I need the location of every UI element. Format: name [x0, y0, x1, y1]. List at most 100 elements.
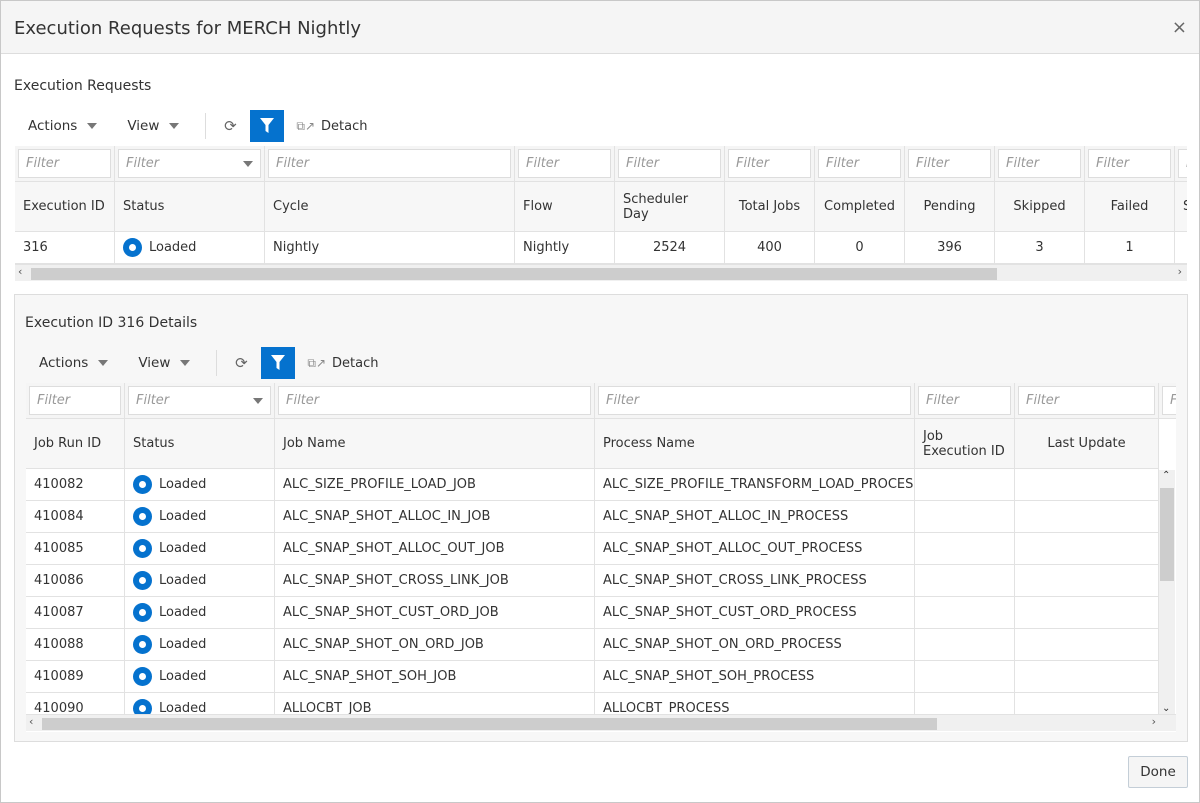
scroll-up-icon[interactable]: ⌃	[1162, 470, 1170, 481]
requests-cell-flow: Nightly	[515, 232, 615, 264]
horizontal-scrollbar[interactable]: ‹ ›	[15, 264, 1187, 281]
scrollbar-thumb[interactable]	[31, 268, 997, 280]
scroll-right-icon[interactable]: ›	[1152, 715, 1156, 728]
details-filter-input[interactable]: Filter	[918, 386, 1011, 415]
column-header[interactable]: Skipped	[995, 182, 1085, 232]
details-filter-cell: Filter	[915, 383, 1015, 419]
column-header[interactable]: Process Name	[595, 419, 915, 469]
requests-cell-text: 316	[23, 240, 48, 255]
details-cell-job-execution-id	[915, 629, 1015, 661]
details-actions-label: Actions	[39, 355, 89, 371]
requests-filter-input[interactable]: Filter	[1178, 149, 1187, 178]
requests-filter-cell: Filter	[615, 146, 725, 182]
scroll-down-icon[interactable]: ⌄	[1162, 703, 1170, 714]
column-header[interactable]: Scheduler Day	[615, 182, 725, 232]
column-header[interactable]: Status	[125, 419, 275, 469]
requests-filter-input[interactable]: Filter	[18, 149, 111, 178]
details-table-row[interactable]: 410089 Loaded ALC_SNAP_SHOT_SOH_JOB ALC_SNA…	[26, 661, 1159, 693]
details-filter-input[interactable]: Filter	[1162, 386, 1176, 415]
column-header[interactable]: Completed	[815, 182, 905, 232]
requests-filter-cell: Filter	[995, 146, 1085, 182]
chevron-down-icon	[87, 123, 98, 129]
details-filter-input[interactable]: Filter	[598, 386, 911, 415]
scrollbar-thumb[interactable]	[42, 718, 937, 730]
vertical-scrollbar[interactable]: ⌃ ⌄	[1159, 470, 1175, 714]
refresh-icon[interactable]: ⟳	[218, 117, 242, 135]
details-detach-button[interactable]: ⧉↗ Detach	[307, 356, 378, 371]
details-cell-status: Loaded	[125, 597, 275, 629]
column-header[interactable]: Job Execution ID	[915, 419, 1015, 469]
status-loaded-icon	[133, 475, 152, 494]
details-cell-last-update	[1015, 565, 1159, 597]
requests-cell-completed: 0	[815, 232, 905, 264]
requests-detach-button[interactable]: ⧉↗ Detach	[296, 119, 367, 134]
requests-filter-input[interactable]: Filter	[1088, 149, 1171, 178]
requests-filter-input[interactable]: Filter	[118, 149, 261, 178]
requests-filter-input[interactable]: Filter	[908, 149, 991, 178]
details-cell-job-execution-id	[915, 565, 1015, 597]
details-table-row[interactable]: 410082 Loaded ALC_SIZE_PROFILE_LOAD_JOB ALC…	[26, 469, 1159, 501]
chevron-down-icon[interactable]	[243, 160, 253, 167]
requests-filter-input[interactable]: Filter	[618, 149, 721, 178]
column-header[interactable]: S H	[1175, 182, 1187, 232]
details-filter-input[interactable]: Filter	[29, 386, 121, 415]
column-header[interactable]: Last Update	[1015, 419, 1159, 469]
chevron-down-icon[interactable]	[253, 397, 263, 404]
requests-detach-label: Detach	[321, 118, 368, 134]
details-table-row[interactable]: 410088 Loaded ALC_SNAP_SHOT_ON_ORD_JOB ALC_…	[26, 629, 1159, 661]
scroll-right-icon[interactable]: ›	[1178, 265, 1182, 278]
detach-icon: ⧉↗	[307, 355, 326, 370]
column-header[interactable]: Total Jobs	[725, 182, 815, 232]
filter-icon[interactable]	[250, 110, 285, 142]
refresh-icon[interactable]: ⟳	[229, 354, 253, 372]
requests-filter-input[interactable]: Filter	[268, 149, 511, 178]
close-icon[interactable]: ×	[1172, 17, 1187, 38]
details-table-row[interactable]: 410084 Loaded ALC_SNAP_SHOT_ALLOC_IN_JOB AL…	[26, 501, 1159, 533]
details-cell-text: ALC_SNAP_SHOT_ALLOC_OUT_PROCESS	[603, 541, 863, 556]
details-filter-input[interactable]: Filter	[1018, 386, 1155, 415]
details-cell-job-execution-id	[915, 533, 1015, 565]
scroll-left-icon[interactable]: ‹	[18, 265, 22, 278]
requests-filter-input[interactable]: Filter	[728, 149, 811, 178]
status-loaded-icon	[123, 238, 142, 257]
filter-icon[interactable]	[261, 347, 296, 379]
requests-filter-input[interactable]: Filter	[998, 149, 1081, 178]
details-cell-process-name: ALC_SIZE_PROFILE_TRANSFORM_LOAD_PROCESS	[595, 469, 915, 501]
column-header[interactable]: Status	[115, 182, 265, 232]
details-filter-input[interactable]: Filter	[128, 386, 271, 415]
details-filter-placeholder: Filter	[1170, 393, 1176, 408]
requests-filter-placeholder: Filter	[26, 156, 60, 171]
details-cell-status: Loaded	[125, 629, 275, 661]
requests-filter-input[interactable]: Filter	[518, 149, 611, 178]
details-view-menu[interactable]: View	[138, 355, 191, 371]
column-header[interactable]: Flow	[515, 182, 615, 232]
scroll-left-icon[interactable]: ‹	[29, 715, 33, 728]
column-header[interactable]: Pending	[905, 182, 995, 232]
details-table-row[interactable]: 410086 Loaded ALC_SNAP_SHOT_CROSS_LINK_JOB…	[26, 565, 1159, 597]
details-table-row[interactable]: 410085 Loaded ALC_SNAP_SHOT_ALLOC_OUT_JOB A…	[26, 533, 1159, 565]
column-header[interactable]: Job Run ID	[26, 419, 125, 469]
requests-view-menu[interactable]: View	[127, 118, 180, 134]
details-filter-input[interactable]: Filter	[278, 386, 591, 415]
requests-filter-placeholder: Filter	[626, 156, 660, 171]
requests-filter-input[interactable]: Filter	[818, 149, 901, 178]
details-cell-job-name: ALC_SNAP_SHOT_CROSS_LINK_JOB	[275, 565, 595, 597]
details-table-row[interactable]: 410087 Loaded ALC_SNAP_SHOT_CUST_ORD_JOB AL…	[26, 597, 1159, 629]
details-cell-status: Loaded	[125, 533, 275, 565]
requests-actions-menu[interactable]: Actions	[28, 118, 98, 134]
details-actions-menu[interactable]: Actions	[39, 355, 109, 371]
requests-cell-text: 400	[757, 240, 782, 255]
column-header[interactable]: Cycle	[265, 182, 515, 232]
details-cell-job-name: ALC_SNAP_SHOT_CUST_ORD_JOB	[275, 597, 595, 629]
details-cell-text: ALC_SIZE_PROFILE_TRANSFORM_LOAD_PROCESS	[603, 477, 915, 492]
scrollbar-thumb[interactable]	[1160, 488, 1174, 581]
column-header[interactable]: Failed	[1085, 182, 1175, 232]
details-cell-text: ALC_SNAP_SHOT_SOH_JOB	[283, 669, 457, 684]
column-header[interactable]: Execution ID	[15, 182, 115, 232]
requests-filter-row: Filter Filter Filter Filter Filter Filter Filt…	[15, 146, 1187, 182]
done-button[interactable]: Done	[1128, 756, 1188, 788]
column-header[interactable]: Job Name	[275, 419, 595, 469]
horizontal-scrollbar[interactable]: ‹ ›	[26, 714, 1176, 731]
details-cell-process-name: ALC_SNAP_SHOT_CROSS_LINK_PROCESS	[595, 565, 915, 597]
requests-table-row[interactable]: 316 Loaded Nightly Nightly 2524 400 0 396 3 1	[15, 232, 1187, 264]
